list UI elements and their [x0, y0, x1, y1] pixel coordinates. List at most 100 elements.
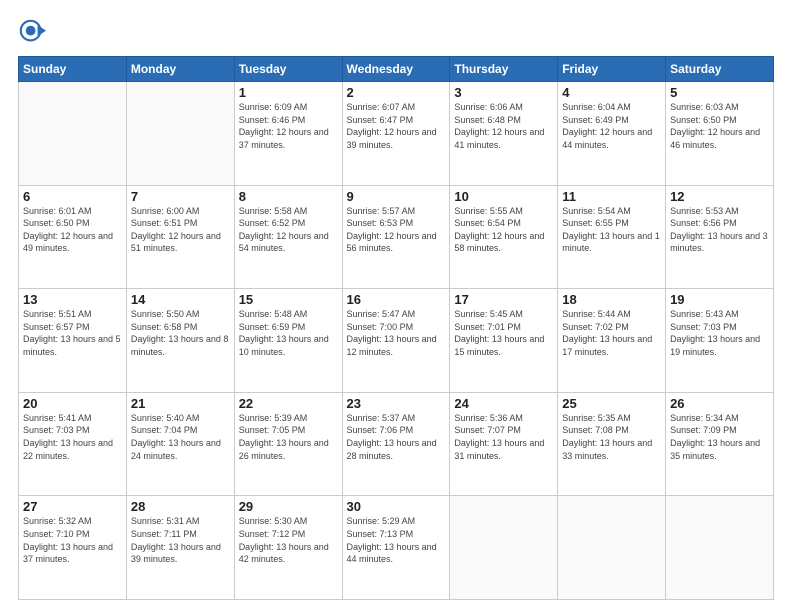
day-info: Sunrise: 5:48 AM Sunset: 6:59 PM Dayligh…	[239, 308, 338, 358]
calendar-cell: 17Sunrise: 5:45 AM Sunset: 7:01 PM Dayli…	[450, 289, 558, 393]
day-number: 28	[131, 499, 230, 514]
calendar-cell: 9Sunrise: 5:57 AM Sunset: 6:53 PM Daylig…	[342, 185, 450, 289]
day-info: Sunrise: 5:58 AM Sunset: 6:52 PM Dayligh…	[239, 205, 338, 255]
day-info: Sunrise: 5:39 AM Sunset: 7:05 PM Dayligh…	[239, 412, 338, 462]
header	[18, 18, 774, 46]
calendar-cell: 4Sunrise: 6:04 AM Sunset: 6:49 PM Daylig…	[558, 82, 666, 186]
day-info: Sunrise: 6:03 AM Sunset: 6:50 PM Dayligh…	[670, 101, 769, 151]
day-number: 10	[454, 189, 553, 204]
calendar-cell: 15Sunrise: 5:48 AM Sunset: 6:59 PM Dayli…	[234, 289, 342, 393]
day-number: 17	[454, 292, 553, 307]
calendar-cell: 25Sunrise: 5:35 AM Sunset: 7:08 PM Dayli…	[558, 392, 666, 496]
calendar-cell: 5Sunrise: 6:03 AM Sunset: 6:50 PM Daylig…	[666, 82, 774, 186]
weekday-header: Saturday	[666, 57, 774, 82]
day-number: 13	[23, 292, 122, 307]
day-info: Sunrise: 5:36 AM Sunset: 7:07 PM Dayligh…	[454, 412, 553, 462]
calendar-cell: 27Sunrise: 5:32 AM Sunset: 7:10 PM Dayli…	[19, 496, 127, 600]
calendar-cell: 29Sunrise: 5:30 AM Sunset: 7:12 PM Dayli…	[234, 496, 342, 600]
day-number: 11	[562, 189, 661, 204]
day-info: Sunrise: 5:34 AM Sunset: 7:09 PM Dayligh…	[670, 412, 769, 462]
day-number: 6	[23, 189, 122, 204]
day-info: Sunrise: 5:50 AM Sunset: 6:58 PM Dayligh…	[131, 308, 230, 358]
calendar-cell: 1Sunrise: 6:09 AM Sunset: 6:46 PM Daylig…	[234, 82, 342, 186]
calendar-cell: 7Sunrise: 6:00 AM Sunset: 6:51 PM Daylig…	[126, 185, 234, 289]
calendar-week-row: 27Sunrise: 5:32 AM Sunset: 7:10 PM Dayli…	[19, 496, 774, 600]
day-info: Sunrise: 5:44 AM Sunset: 7:02 PM Dayligh…	[562, 308, 661, 358]
day-info: Sunrise: 5:35 AM Sunset: 7:08 PM Dayligh…	[562, 412, 661, 462]
calendar-cell: 3Sunrise: 6:06 AM Sunset: 6:48 PM Daylig…	[450, 82, 558, 186]
calendar-week-row: 13Sunrise: 5:51 AM Sunset: 6:57 PM Dayli…	[19, 289, 774, 393]
day-info: Sunrise: 5:40 AM Sunset: 7:04 PM Dayligh…	[131, 412, 230, 462]
day-number: 23	[347, 396, 446, 411]
day-number: 22	[239, 396, 338, 411]
calendar-cell: 8Sunrise: 5:58 AM Sunset: 6:52 PM Daylig…	[234, 185, 342, 289]
day-number: 27	[23, 499, 122, 514]
day-number: 20	[23, 396, 122, 411]
day-info: Sunrise: 6:04 AM Sunset: 6:49 PM Dayligh…	[562, 101, 661, 151]
day-info: Sunrise: 6:07 AM Sunset: 6:47 PM Dayligh…	[347, 101, 446, 151]
day-number: 3	[454, 85, 553, 100]
calendar-header: SundayMondayTuesdayWednesdayThursdayFrid…	[19, 57, 774, 82]
day-number: 25	[562, 396, 661, 411]
day-info: Sunrise: 5:41 AM Sunset: 7:03 PM Dayligh…	[23, 412, 122, 462]
weekday-header: Monday	[126, 57, 234, 82]
calendar-cell	[126, 82, 234, 186]
calendar-cell: 2Sunrise: 6:07 AM Sunset: 6:47 PM Daylig…	[342, 82, 450, 186]
day-info: Sunrise: 5:37 AM Sunset: 7:06 PM Dayligh…	[347, 412, 446, 462]
calendar-cell	[666, 496, 774, 600]
day-number: 1	[239, 85, 338, 100]
weekday-header: Friday	[558, 57, 666, 82]
day-info: Sunrise: 6:09 AM Sunset: 6:46 PM Dayligh…	[239, 101, 338, 151]
calendar-cell: 30Sunrise: 5:29 AM Sunset: 7:13 PM Dayli…	[342, 496, 450, 600]
calendar-cell: 14Sunrise: 5:50 AM Sunset: 6:58 PM Dayli…	[126, 289, 234, 393]
day-info: Sunrise: 5:31 AM Sunset: 7:11 PM Dayligh…	[131, 515, 230, 565]
calendar-week-row: 20Sunrise: 5:41 AM Sunset: 7:03 PM Dayli…	[19, 392, 774, 496]
day-number: 7	[131, 189, 230, 204]
day-number: 8	[239, 189, 338, 204]
day-number: 26	[670, 396, 769, 411]
day-number: 15	[239, 292, 338, 307]
calendar-cell: 10Sunrise: 5:55 AM Sunset: 6:54 PM Dayli…	[450, 185, 558, 289]
calendar-cell: 28Sunrise: 5:31 AM Sunset: 7:11 PM Dayli…	[126, 496, 234, 600]
day-info: Sunrise: 5:29 AM Sunset: 7:13 PM Dayligh…	[347, 515, 446, 565]
day-number: 5	[670, 85, 769, 100]
calendar-table: SundayMondayTuesdayWednesdayThursdayFrid…	[18, 56, 774, 600]
calendar-cell: 21Sunrise: 5:40 AM Sunset: 7:04 PM Dayli…	[126, 392, 234, 496]
calendar-cell	[19, 82, 127, 186]
calendar-cell: 22Sunrise: 5:39 AM Sunset: 7:05 PM Dayli…	[234, 392, 342, 496]
calendar-cell: 16Sunrise: 5:47 AM Sunset: 7:00 PM Dayli…	[342, 289, 450, 393]
day-info: Sunrise: 5:43 AM Sunset: 7:03 PM Dayligh…	[670, 308, 769, 358]
day-info: Sunrise: 5:32 AM Sunset: 7:10 PM Dayligh…	[23, 515, 122, 565]
day-info: Sunrise: 5:54 AM Sunset: 6:55 PM Dayligh…	[562, 205, 661, 255]
day-number: 14	[131, 292, 230, 307]
day-number: 21	[131, 396, 230, 411]
calendar-cell: 20Sunrise: 5:41 AM Sunset: 7:03 PM Dayli…	[19, 392, 127, 496]
logo	[18, 18, 50, 46]
day-number: 9	[347, 189, 446, 204]
calendar-week-row: 1Sunrise: 6:09 AM Sunset: 6:46 PM Daylig…	[19, 82, 774, 186]
page: SundayMondayTuesdayWednesdayThursdayFrid…	[0, 0, 792, 612]
calendar-week-row: 6Sunrise: 6:01 AM Sunset: 6:50 PM Daylig…	[19, 185, 774, 289]
calendar-cell: 23Sunrise: 5:37 AM Sunset: 7:06 PM Dayli…	[342, 392, 450, 496]
day-info: Sunrise: 5:30 AM Sunset: 7:12 PM Dayligh…	[239, 515, 338, 565]
calendar-cell: 6Sunrise: 6:01 AM Sunset: 6:50 PM Daylig…	[19, 185, 127, 289]
calendar-cell	[450, 496, 558, 600]
calendar-cell: 26Sunrise: 5:34 AM Sunset: 7:09 PM Dayli…	[666, 392, 774, 496]
day-number: 16	[347, 292, 446, 307]
day-info: Sunrise: 6:01 AM Sunset: 6:50 PM Dayligh…	[23, 205, 122, 255]
day-number: 12	[670, 189, 769, 204]
day-info: Sunrise: 5:45 AM Sunset: 7:01 PM Dayligh…	[454, 308, 553, 358]
day-info: Sunrise: 6:00 AM Sunset: 6:51 PM Dayligh…	[131, 205, 230, 255]
day-info: Sunrise: 6:06 AM Sunset: 6:48 PM Dayligh…	[454, 101, 553, 151]
day-number: 30	[347, 499, 446, 514]
day-number: 4	[562, 85, 661, 100]
weekday-row: SundayMondayTuesdayWednesdayThursdayFrid…	[19, 57, 774, 82]
day-number: 2	[347, 85, 446, 100]
calendar-body: 1Sunrise: 6:09 AM Sunset: 6:46 PM Daylig…	[19, 82, 774, 600]
calendar-cell: 18Sunrise: 5:44 AM Sunset: 7:02 PM Dayli…	[558, 289, 666, 393]
weekday-header: Tuesday	[234, 57, 342, 82]
calendar-cell: 11Sunrise: 5:54 AM Sunset: 6:55 PM Dayli…	[558, 185, 666, 289]
calendar-cell	[558, 496, 666, 600]
calendar-cell: 12Sunrise: 5:53 AM Sunset: 6:56 PM Dayli…	[666, 185, 774, 289]
day-info: Sunrise: 5:51 AM Sunset: 6:57 PM Dayligh…	[23, 308, 122, 358]
